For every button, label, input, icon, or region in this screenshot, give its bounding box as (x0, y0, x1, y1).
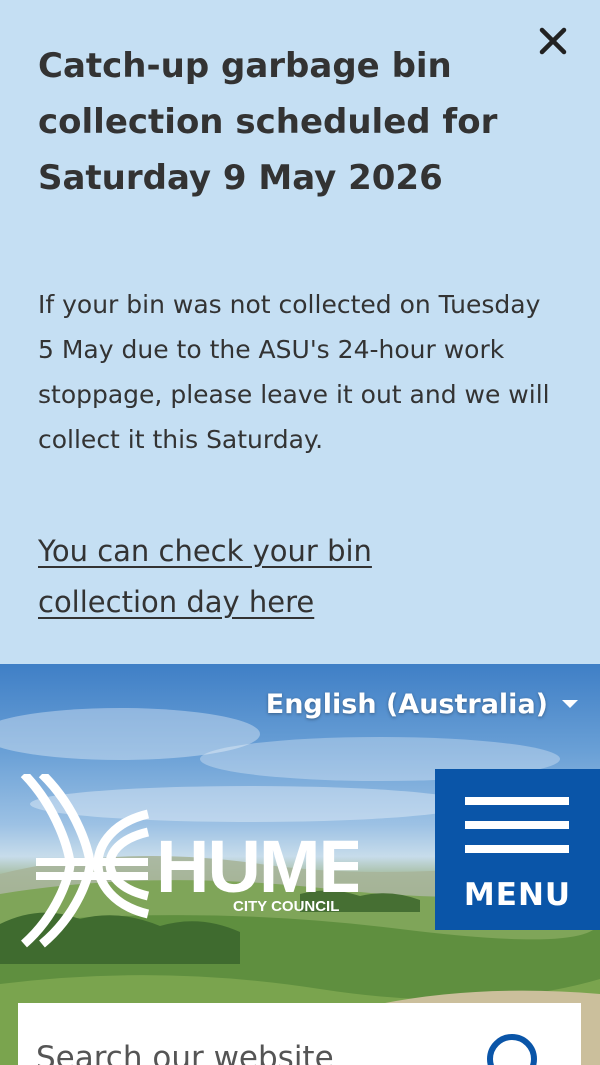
bin-collection-link[interactable]: You can check your bin collection day he… (38, 526, 468, 628)
alert-banner: Catch-up garbage bin collection schedule… (0, 0, 600, 664)
menu-button[interactable]: MENU (435, 769, 600, 930)
alert-title: Catch-up garbage bin collection schedule… (38, 46, 498, 198)
language-selector[interactable]: English (Australia) (266, 684, 578, 724)
search-input[interactable] (36, 1033, 466, 1065)
hero-header: English (Australia) HUME CITY COUNCIL ME… (0, 664, 600, 1065)
chevron-down-icon (562, 700, 578, 708)
language-label: English (Australia) (265, 688, 548, 720)
search-icon[interactable] (480, 1027, 550, 1065)
search-box (18, 1003, 581, 1065)
hume-logo[interactable]: HUME CITY COUNCIL (18, 770, 368, 949)
close-icon[interactable] (531, 19, 575, 63)
hamburger-icon (465, 821, 569, 829)
menu-label: MENU (463, 877, 572, 913)
logo-subtitle: CITY COUNCIL (233, 898, 339, 915)
alert-body: If your bin was not collected on Tuesday… (38, 290, 550, 454)
logo-wordmark: HUME (156, 825, 358, 908)
hamburger-icon (465, 845, 569, 853)
hamburger-icon (465, 797, 569, 805)
